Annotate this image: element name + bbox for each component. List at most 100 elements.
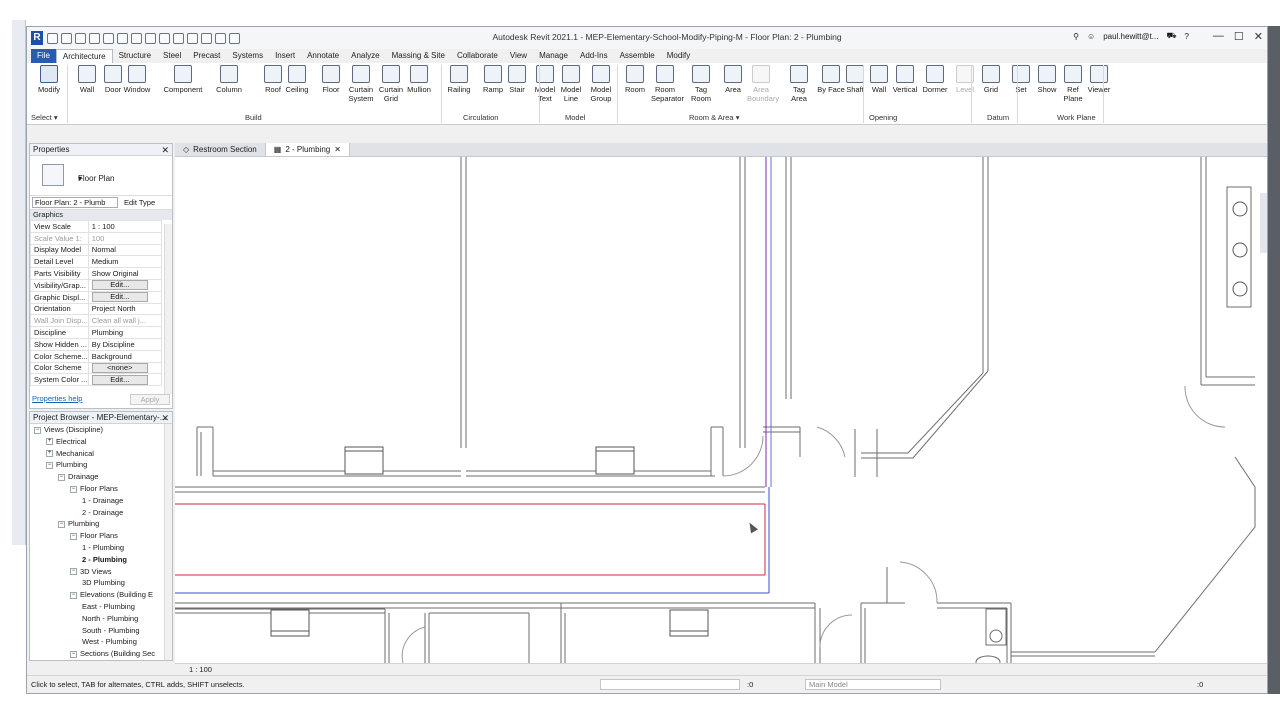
property-edit-button[interactable]: Edit...: [91, 374, 148, 385]
ribbon-button-modify[interactable]: Modify: [35, 65, 63, 94]
browser-item[interactable]: − Plumbing: [30, 459, 172, 471]
property-value[interactable]: 100: [87, 231, 163, 245]
properties-help-link[interactable]: Properties help: [32, 394, 82, 403]
maximize-button[interactable]: ☐: [1234, 30, 1244, 43]
ribbon-button-set[interactable]: Set: [1007, 65, 1035, 94]
browser-item[interactable]: South - Plumbing: [30, 625, 172, 637]
expand-icon[interactable]: +: [46, 438, 53, 446]
ribbon-button-tag-room[interactable]: Tag Room: [687, 65, 715, 103]
ribbon-button-ceiling[interactable]: Ceiling: [283, 65, 311, 94]
browser-item[interactable]: − Floor Plans: [30, 483, 172, 495]
expand-icon[interactable]: +: [46, 450, 53, 458]
ribbon-button-railing[interactable]: Railing: [445, 65, 473, 94]
close-icon[interactable]: ✕: [334, 143, 341, 157]
measure-icon[interactable]: [131, 32, 142, 44]
ribbon-button-wall[interactable]: Wall: [73, 65, 101, 94]
view-scale[interactable]: 1 : 100: [189, 665, 212, 674]
user-icon[interactable]: ☺: [1087, 32, 1095, 41]
filter-count[interactable]: :0: [1197, 680, 1203, 689]
property-value[interactable]: Clean all wall j...: [87, 314, 163, 328]
drawing-canvas[interactable]: [175, 157, 1267, 663]
ribbon-button-area-boundary[interactable]: Area Boundary: [747, 65, 779, 103]
collapse-icon[interactable]: −: [58, 473, 65, 481]
ribbon-button-model-line[interactable]: Model Line: [557, 65, 585, 103]
ribbon-button-ref-plane[interactable]: Ref Plane: [1059, 65, 1087, 103]
collapse-icon[interactable]: −: [70, 532, 77, 540]
close-button[interactable]: ✕: [1254, 30, 1263, 43]
undo-icon[interactable]: [89, 32, 100, 44]
ribbon-button-room-separator[interactable]: Room Separator: [651, 65, 684, 103]
ribbon-button-level[interactable]: Level: [951, 65, 979, 94]
cart-icon[interactable]: ⛟: [1166, 31, 1176, 41]
ribbon-button-vertical[interactable]: Vertical: [891, 65, 919, 94]
close-icon[interactable]: ✕: [161, 412, 169, 424]
view-tab[interactable]: ▦ 2 - Plumbing ✕: [264, 143, 350, 157]
browser-item[interactable]: + Mechanical: [30, 448, 172, 460]
section-icon[interactable]: [187, 32, 198, 44]
binoculars-icon[interactable]: ⚲: [1073, 32, 1079, 41]
browser-item[interactable]: − Plumbing: [30, 518, 172, 530]
collapse-icon[interactable]: −: [70, 591, 77, 599]
apply-button[interactable]: Apply: [130, 394, 170, 405]
property-value[interactable]: <none>: [87, 361, 163, 375]
tab-collaborate[interactable]: Collaborate: [451, 49, 504, 63]
close-icon[interactable]: ✕: [161, 144, 169, 156]
property-value[interactable]: Project North: [87, 302, 163, 316]
browser-item[interactable]: East - Plumbing: [30, 601, 172, 613]
property-edit-button[interactable]: Edit...: [91, 280, 148, 291]
property-value[interactable]: Normal: [87, 243, 163, 257]
ribbon-button-stair[interactable]: Stair: [503, 65, 531, 94]
browser-item[interactable]: 1 - Drainage: [30, 495, 172, 507]
revit-logo-icon[interactable]: R: [31, 31, 43, 45]
property-value[interactable]: 1 : 100: [87, 220, 163, 233]
property-value[interactable]: Edit...: [87, 290, 163, 304]
property-value[interactable]: Edit...: [87, 373, 163, 387]
browser-item[interactable]: − Views (Discipline): [30, 424, 172, 436]
collapse-icon[interactable]: −: [70, 650, 77, 658]
ribbon-button-show[interactable]: Show: [1033, 65, 1061, 94]
model-selector[interactable]: Main Model: [805, 679, 941, 690]
thin-lines-icon[interactable]: [201, 32, 212, 44]
type-selector[interactable]: Floor Plan ▾: [30, 156, 172, 196]
properties-scrollbar[interactable]: [164, 224, 172, 394]
property-value[interactable]: Show Original: [87, 267, 163, 280]
ribbon-button-dormer[interactable]: Dormer: [921, 65, 949, 94]
ribbon-button-window[interactable]: Window: [123, 65, 151, 94]
browser-item[interactable]: 2 - Drainage: [30, 507, 172, 519]
open-icon[interactable]: [47, 32, 58, 44]
ribbon-button-model-group[interactable]: Model Group: [587, 65, 615, 103]
workset-selector[interactable]: [600, 679, 740, 690]
collapse-icon[interactable]: −: [58, 520, 65, 528]
property-value[interactable]: Edit...: [87, 278, 163, 292]
3d-view-icon[interactable]: [173, 32, 184, 44]
text-icon[interactable]: [159, 32, 170, 44]
ribbon-button-model-text[interactable]: Model Text: [531, 65, 559, 103]
property-value[interactable]: By Discipline: [87, 337, 163, 351]
panel-label[interactable]: Select ▾: [31, 113, 58, 122]
tab-systems[interactable]: Systems: [226, 49, 269, 63]
collapse-icon[interactable]: −: [46, 461, 53, 469]
minimize-button[interactable]: —: [1213, 30, 1224, 43]
redo-icon[interactable]: [103, 32, 114, 44]
ribbon-button-column[interactable]: Column: [215, 65, 243, 94]
property-edit-button[interactable]: <none>: [91, 363, 148, 373]
switch-windows-icon[interactable]: [229, 32, 240, 44]
browser-item[interactable]: − Sections (Building Sec: [30, 648, 172, 660]
ribbon-button-viewer[interactable]: Viewer: [1085, 65, 1113, 94]
ribbon-button-curtain-system[interactable]: Curtain System: [347, 65, 375, 103]
ribbon-button-curtain-grid[interactable]: Curtain Grid: [377, 65, 405, 103]
browser-item[interactable]: West - Plumbing: [30, 636, 172, 648]
sync-icon[interactable]: [75, 32, 86, 44]
tab-precast[interactable]: Precast: [187, 49, 226, 63]
collapse-icon[interactable]: −: [70, 568, 77, 576]
print-icon[interactable]: [117, 32, 128, 44]
ribbon-button-tag-area[interactable]: Tag Area: [785, 65, 813, 103]
ribbon-button-mullion[interactable]: Mullion: [405, 65, 433, 94]
tab-architecture[interactable]: Architecture: [55, 49, 113, 63]
close-hidden-icon[interactable]: [215, 32, 226, 44]
browser-item[interactable]: − Elevations (Building E: [30, 589, 172, 601]
tab-view[interactable]: View: [504, 49, 533, 63]
view-tab[interactable]: ◇ Restroom Section: [175, 143, 265, 156]
browser-scrollbar[interactable]: [164, 424, 172, 660]
browser-item[interactable]: + Electrical: [30, 436, 172, 448]
